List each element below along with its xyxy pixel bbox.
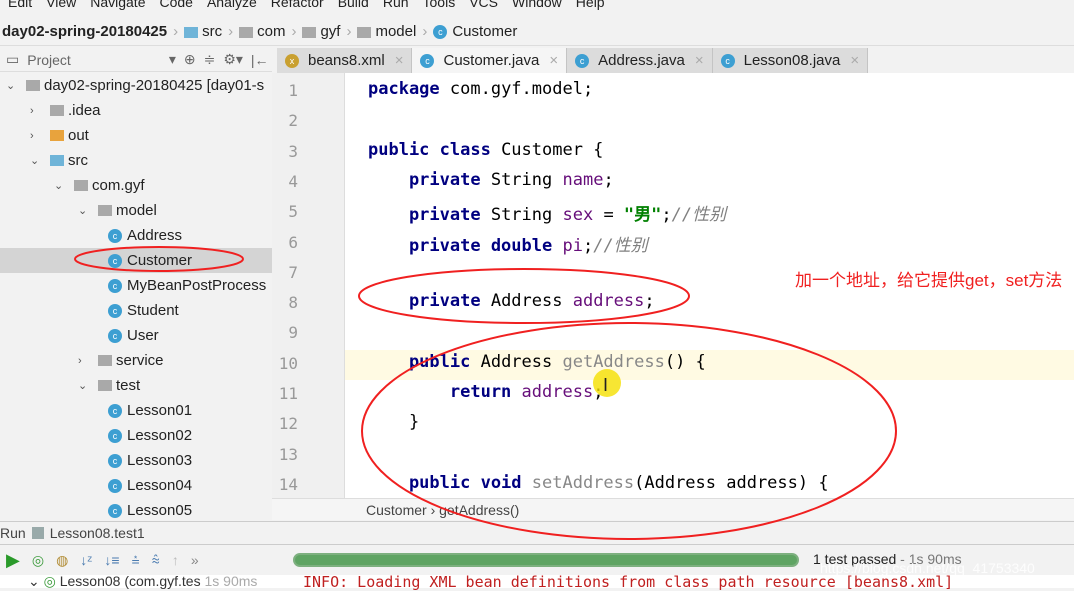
ellipse-address-field xyxy=(358,268,690,324)
ellipse-customer xyxy=(74,246,244,272)
ellipse-getter-setter xyxy=(361,322,897,540)
text-cursor-icon: I xyxy=(603,375,608,395)
annotation-ellipses: I xyxy=(74,246,897,540)
